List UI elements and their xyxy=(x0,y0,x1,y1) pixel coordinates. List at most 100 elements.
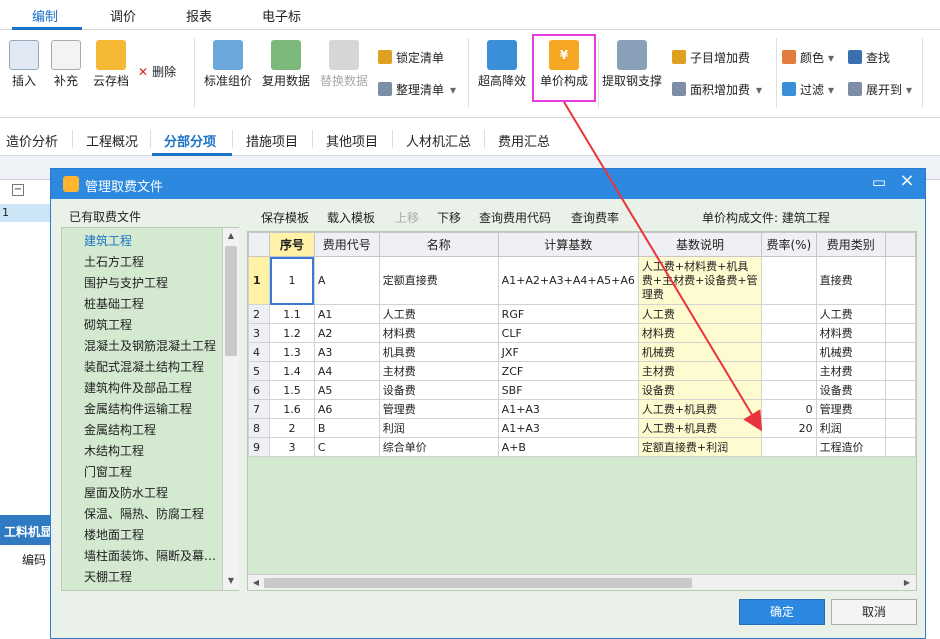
tab-cost-summary[interactable]: 费用汇总 xyxy=(498,131,550,150)
cell-rate[interactable] xyxy=(761,437,817,457)
cell-type[interactable]: 利润 xyxy=(815,418,886,438)
cell-desc[interactable]: 主材费 xyxy=(637,361,763,381)
cell-name[interactable]: 人工费 xyxy=(378,304,499,324)
cell-base[interactable]: JXF xyxy=(497,342,639,362)
fee-file-item[interactable]: 建筑工程 xyxy=(84,232,132,249)
cell-code[interactable]: A xyxy=(313,256,380,305)
tab-measures[interactable]: 措施项目 xyxy=(246,131,298,150)
cell-seq[interactable]: 1.2 xyxy=(269,323,315,343)
fee-file-item[interactable]: 金属结构件运输工程 xyxy=(84,400,192,417)
cell-name[interactable]: 机具费 xyxy=(378,342,499,362)
cell-base[interactable]: SBF xyxy=(497,380,639,400)
cell-seq[interactable]: 1.5 xyxy=(269,380,315,400)
cell-name[interactable]: 设备费 xyxy=(378,380,499,400)
tab-cost-analysis[interactable]: 造价分析 xyxy=(6,131,58,150)
fee-file-item[interactable]: 保温、隔热、防腐工程 xyxy=(84,505,204,522)
cell-rate[interactable] xyxy=(761,256,817,305)
cell-code[interactable]: A5 xyxy=(313,380,380,400)
cell-type[interactable]: 材料费 xyxy=(815,323,886,343)
cell-type[interactable]: 主材费 xyxy=(815,361,886,381)
fee-file-item[interactable]: 木结构工程 xyxy=(84,442,144,459)
menu-tab-etender[interactable]: 电子标 xyxy=(262,6,301,25)
fee-file-item[interactable]: 桩基础工程 xyxy=(84,295,144,312)
fee-file-item[interactable]: 楼地面工程 xyxy=(84,526,144,543)
col-desc[interactable]: 基数说明 xyxy=(637,232,763,257)
h-scroll-thumb[interactable] xyxy=(264,578,692,588)
reuse-data-button[interactable]: 复用数据 xyxy=(260,40,312,89)
cell-seq[interactable]: 1.1 xyxy=(269,304,315,324)
scroll-left-icon[interactable]: ◀ xyxy=(249,576,263,590)
table-row[interactable]: 5 1.4 A4 主材费 ZCF 主材费 主材费 xyxy=(248,361,916,381)
move-down-button[interactable]: 下移 xyxy=(437,209,461,226)
fee-file-item[interactable]: 围护与支护工程 xyxy=(84,274,168,291)
height-reduction-button[interactable]: 超高降效 xyxy=(474,40,530,89)
ok-button[interactable]: 确定 xyxy=(739,599,825,625)
lock-list-button[interactable]: 锁定清单 xyxy=(378,49,444,66)
col-code[interactable]: 费用代号 xyxy=(313,232,380,257)
scroll-right-icon[interactable]: ▶ xyxy=(900,576,914,590)
sub-item-surcharge-button[interactable]: 子目增加费 xyxy=(672,49,750,66)
close-icon[interactable]: × xyxy=(899,172,915,190)
table-row[interactable]: 6 1.5 A5 设备费 SBF 设备费 设备费 xyxy=(248,380,916,400)
fee-file-item[interactable]: 土石方工程 xyxy=(84,253,144,270)
cell-type[interactable]: 工程造价 xyxy=(815,437,886,457)
scroll-thumb[interactable] xyxy=(225,246,237,356)
cell-rate[interactable] xyxy=(761,342,817,362)
cell-base[interactable]: A+B xyxy=(497,437,639,457)
cell-base[interactable]: RGF xyxy=(497,304,639,324)
replace-data-button[interactable]: 替换数据 xyxy=(318,40,370,89)
cell-seq[interactable]: 1.4 xyxy=(269,361,315,381)
scroll-up-icon[interactable]: ▲ xyxy=(225,229,237,243)
menu-tab-report[interactable]: 报表 xyxy=(186,6,212,25)
cell-name[interactable]: 综合单价 xyxy=(378,437,499,457)
fee-file-item[interactable]: 天棚工程 xyxy=(84,568,132,585)
fee-file-item[interactable]: 门窗工程 xyxy=(84,463,132,480)
tab-sub-items[interactable]: 分部分项 xyxy=(164,131,216,150)
cell-code[interactable]: A4 xyxy=(313,361,380,381)
table-row[interactable]: 3 1.2 A2 材料费 CLF 材料费 材料费 xyxy=(248,323,916,343)
table-row[interactable]: 4 1.3 A3 机具费 JXF 机械费 机械费 xyxy=(248,342,916,362)
save-template-button[interactable]: 保存模板 xyxy=(261,209,309,226)
move-up-button[interactable]: 上移 xyxy=(395,209,419,226)
cell-seq[interactable]: 1 xyxy=(269,256,315,305)
cell-seq[interactable]: 2 xyxy=(269,418,315,438)
cell-desc[interactable]: 机械费 xyxy=(637,342,763,362)
cell-rate[interactable] xyxy=(761,304,817,324)
cell-rate[interactable]: 0 xyxy=(761,399,817,419)
cell-seq[interactable]: 1.3 xyxy=(269,342,315,362)
cell-code[interactable]: A6 xyxy=(313,399,380,419)
cell-desc[interactable]: 人工费+机具费 xyxy=(637,418,763,438)
color-button[interactable]: 颜色 ▾ xyxy=(782,49,834,66)
cell-name[interactable]: 管理费 xyxy=(378,399,499,419)
cell-base[interactable]: CLF xyxy=(497,323,639,343)
insert-button[interactable]: 插入 xyxy=(6,40,42,89)
col-rate[interactable]: 费率(%) xyxy=(761,232,817,257)
cell-rate[interactable] xyxy=(761,361,817,381)
cell-name[interactable]: 利润 xyxy=(378,418,499,438)
cell-rate[interactable] xyxy=(761,380,817,400)
delete-button[interactable]: ✕ 删除 xyxy=(138,63,176,80)
fee-file-item[interactable]: 金属结构工程 xyxy=(84,421,156,438)
cell-type[interactable]: 设备费 xyxy=(815,380,886,400)
cell-name[interactable]: 主材费 xyxy=(378,361,499,381)
query-fee-rate-button[interactable]: 查询费率 xyxy=(571,209,619,226)
cloud-archive-button[interactable]: 云存档 xyxy=(90,40,132,89)
list-scrollbar[interactable]: ▲ ▼ xyxy=(222,228,239,590)
collapse-icon[interactable]: − xyxy=(12,184,24,196)
extract-steel-support-button[interactable]: 提取钢支撑 xyxy=(602,40,662,89)
cell-rate[interactable]: 20 xyxy=(761,418,817,438)
cell-seq[interactable]: 3 xyxy=(269,437,315,457)
cell-desc[interactable]: 人工费+材料费+机具费+主材费+设备费+管理费 xyxy=(637,256,763,305)
cell-desc[interactable]: 材料费 xyxy=(637,323,763,343)
supplement-button[interactable]: 补充 xyxy=(48,40,84,89)
table-row[interactable]: 2 1.1 A1 人工费 RGF 人工费 人工费 xyxy=(248,304,916,324)
load-template-button[interactable]: 载入模板 xyxy=(327,209,375,226)
table-row[interactable]: 1 1 A 定额直接费 A1+A2+A3+A4+A5+A6 人工费+材料费+机具费+主材费… xyxy=(248,256,916,305)
col-seq[interactable]: 序号 xyxy=(269,232,315,257)
cell-desc[interactable]: 设备费 xyxy=(637,380,763,400)
cell-code[interactable]: A3 xyxy=(313,342,380,362)
fee-file-item[interactable]: 装配式混凝土结构工程 xyxy=(84,358,204,375)
cell-desc[interactable]: 定额直接费+利润 xyxy=(637,437,763,457)
tab-other-items[interactable]: 其他项目 xyxy=(326,131,378,150)
col-type[interactable]: 费用类别 xyxy=(815,232,886,257)
